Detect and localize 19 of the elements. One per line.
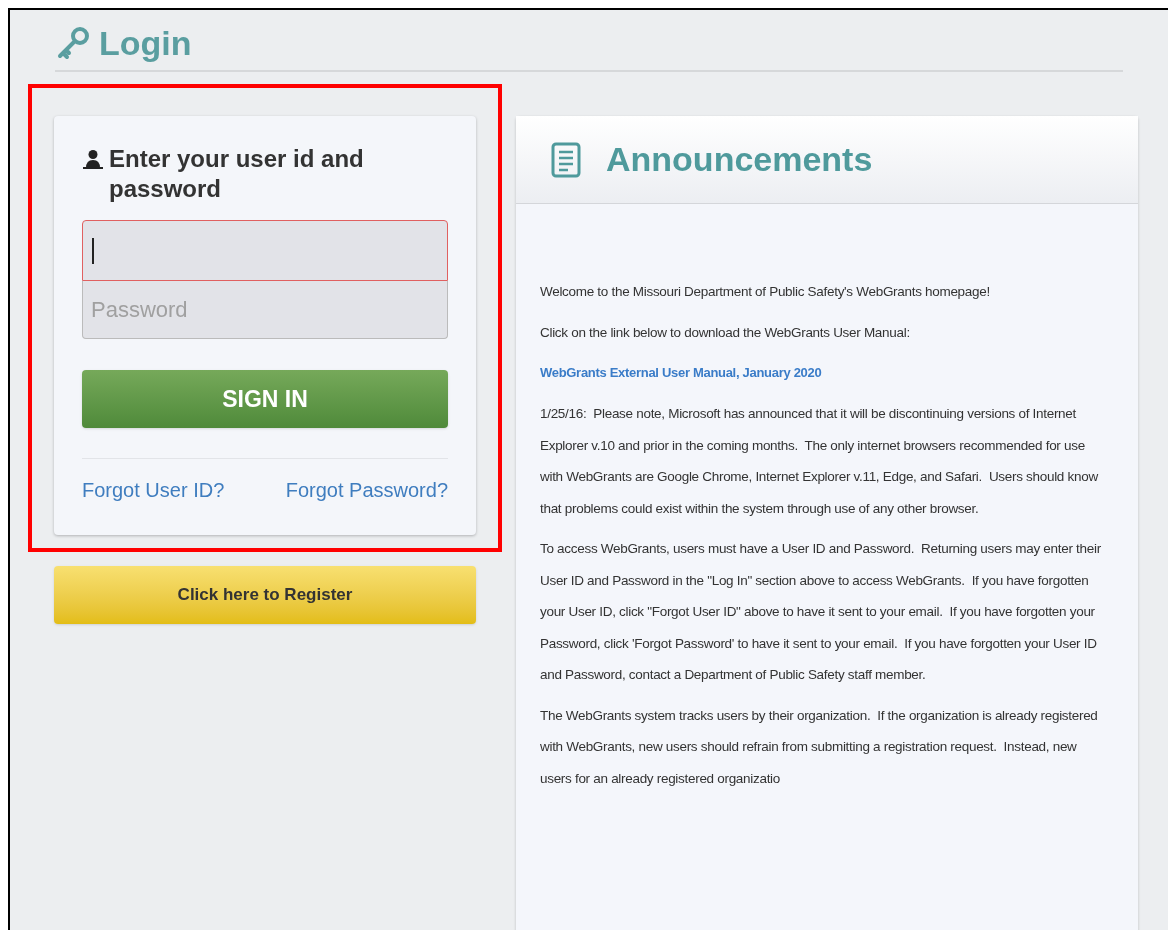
key-icon (55, 26, 91, 60)
forgot-link[interactable]: Forgot User ID? (82, 475, 225, 505)
forgot-link[interactable]: Forgot Password? (285, 475, 448, 505)
document-icon (550, 141, 582, 178)
announcement-text: The WebGrants system tracks users by their organization. If the organization is already registered with WebGrants, new users should refrain from submitting a registration request. Instead, new users for an already registered organizatio (540, 706, 1099, 788)
announcement-text: 1/25/16: Please note, Microsoft has announced that it will be discontinuing versions of Internet Explorer v.10 and prior in the coming months. The only internet browsers recommended for use with WebGrants are Google Chrome, Internet Explorer v.11, Edge, and Safari. Users should know that problems could exist within the system through use of any other browser. (540, 405, 1099, 518)
manual-link[interactable]: WebGrants External User Manual, January 2020 (540, 357, 1108, 389)
sign-in-button[interactable]: SIGN IN (82, 370, 448, 428)
password-field[interactable]: Password (82, 281, 448, 339)
announcement-text: To access WebGrants, users must have a User ID and Password. Returning users may enter their User ID and Password in the "Log In" section above to access WebGrants. If you have forgotten your User ID, click "Forgot User ID" above to have it sent to your email. If you have forgotten your Password, click 'Forgot Password' to have it sent to your email. If you have forgotten your User ID and Password, contact a Department of Public Safety staff member. (540, 540, 1102, 684)
announcements-title: Announcements (606, 139, 873, 180)
login-heading: Enter your user id and password (109, 144, 365, 204)
user-icon (82, 149, 104, 169)
announcement-text: Welcome to the Missouri Department of Public Safety's WebGrants homepage! (540, 283, 991, 301)
page-title: Login (99, 23, 192, 64)
text-cursor (92, 237, 94, 264)
register-button[interactable]: Click here to Register (54, 566, 476, 624)
user-id-field[interactable] (82, 220, 448, 281)
announcement-text: Click on the link below to download the WebGrants User Manual: (540, 323, 911, 342)
